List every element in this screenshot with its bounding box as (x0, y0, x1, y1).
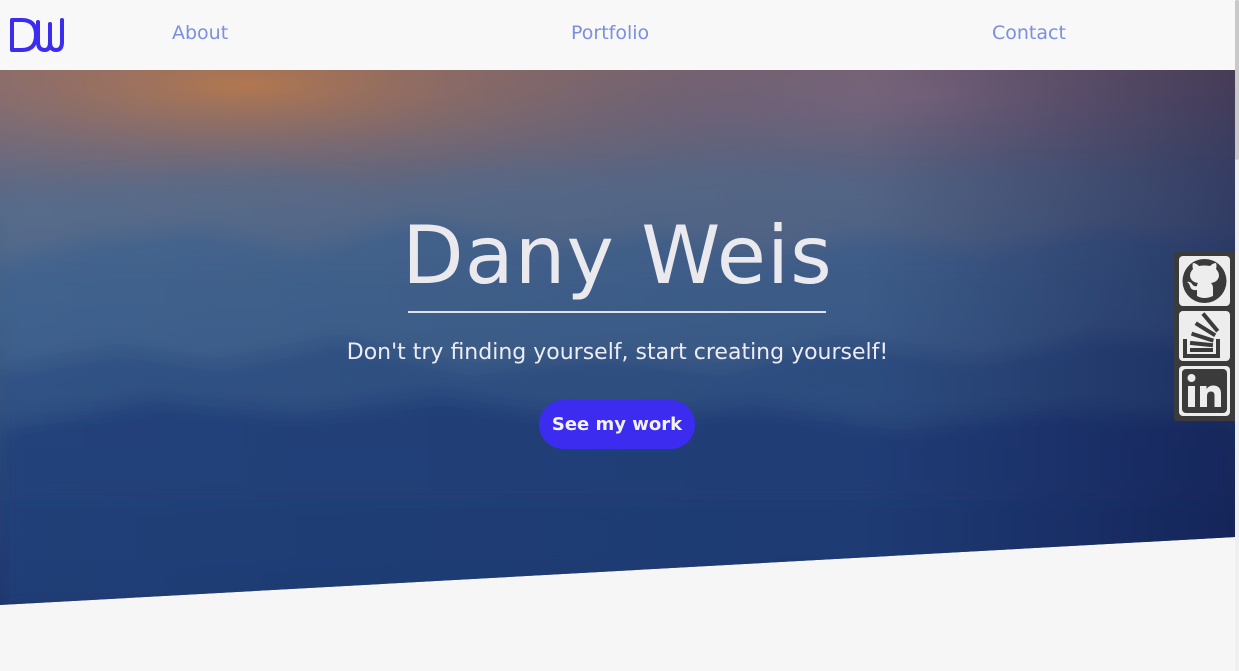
scrollbar-thumb[interactable] (1235, 0, 1239, 160)
nav-link-about[interactable]: About (172, 22, 228, 44)
hero-section: Dany Weis Don't try finding yourself, st… (0, 70, 1235, 605)
nav-link-portfolio[interactable]: Portfolio (571, 22, 649, 44)
see-my-work-button[interactable]: See my work (539, 400, 695, 449)
hero-title-underline (408, 311, 826, 313)
navbar: About Portfolio Contact (0, 0, 1235, 70)
stackoverflow-icon[interactable] (1179, 311, 1230, 361)
hero-title: Dany Weis (402, 209, 833, 302)
github-icon[interactable] (1179, 256, 1230, 306)
hero-content: Dany Weis Don't try finding yourself, st… (0, 70, 1235, 605)
hero-tagline: Don't try finding yourself, start creati… (346, 340, 889, 365)
scrollbar[interactable] (1235, 0, 1239, 671)
nav-link-contact[interactable]: Contact (992, 22, 1066, 44)
linkedin-icon[interactable] (1179, 366, 1230, 416)
page: About Portfolio Contact Dany Weis Don't … (0, 0, 1239, 671)
logo-icon[interactable] (8, 16, 64, 54)
social-sidebar (1174, 252, 1235, 421)
